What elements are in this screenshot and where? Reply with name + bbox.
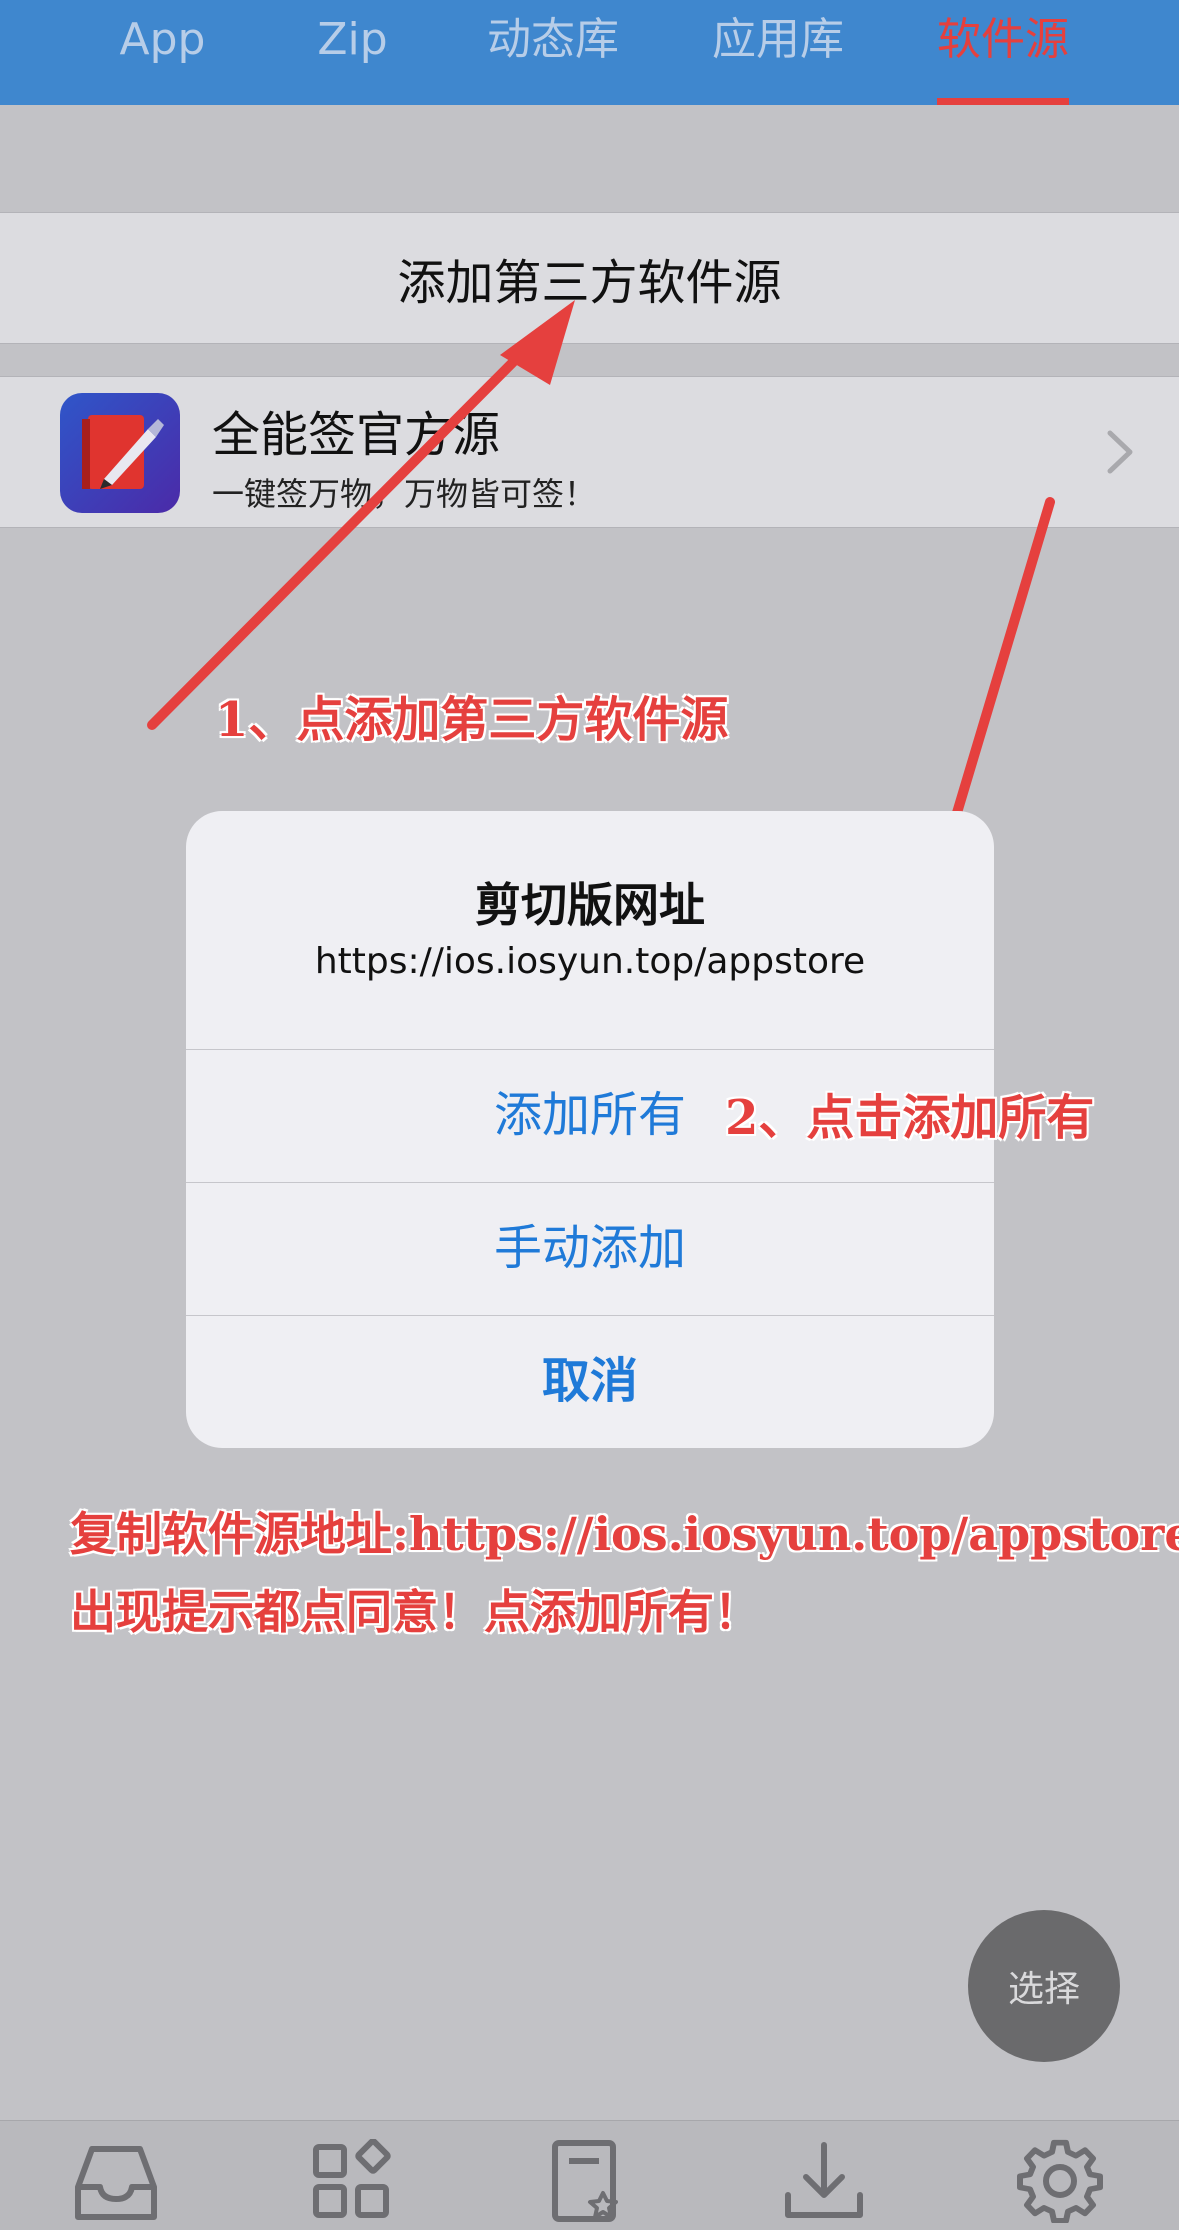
annotation-note-line-1: 复制软件源地址:https://ios.iosyun.top/appstore	[70, 1507, 1179, 1561]
apps-grid-icon[interactable]	[308, 2138, 396, 2223]
download-icon[interactable]	[780, 2139, 868, 2223]
dialog-message: https://ios.iosyun.top/appstore	[314, 941, 866, 982]
select-button-label: 选择	[1007, 1969, 1080, 2010]
certificate-icon[interactable]	[545, 2139, 633, 2223]
select-button[interactable]: 选择	[968, 1910, 1120, 2062]
arrow-to-add-source	[147, 330, 545, 730]
cancel-button[interactable]: 取消	[186, 1315, 994, 1447]
dialog-title: 剪切版网址	[475, 878, 705, 932]
annotation-step-2: 2、点击添加所有	[725, 1090, 1095, 1146]
manual-add-button[interactable]: 手动添加	[186, 1182, 994, 1314]
inbox-icon[interactable]	[72, 2139, 160, 2223]
gear-icon[interactable]	[1016, 2139, 1104, 2224]
annotation-step-1: 1、点添加第三方软件源	[215, 692, 729, 748]
annotation-note-line-2: 出现提示都点同意！点添加所有！	[70, 1585, 760, 1639]
arrow-head-1	[500, 300, 575, 385]
bottom-tab-bar	[0, 2120, 1179, 2230]
